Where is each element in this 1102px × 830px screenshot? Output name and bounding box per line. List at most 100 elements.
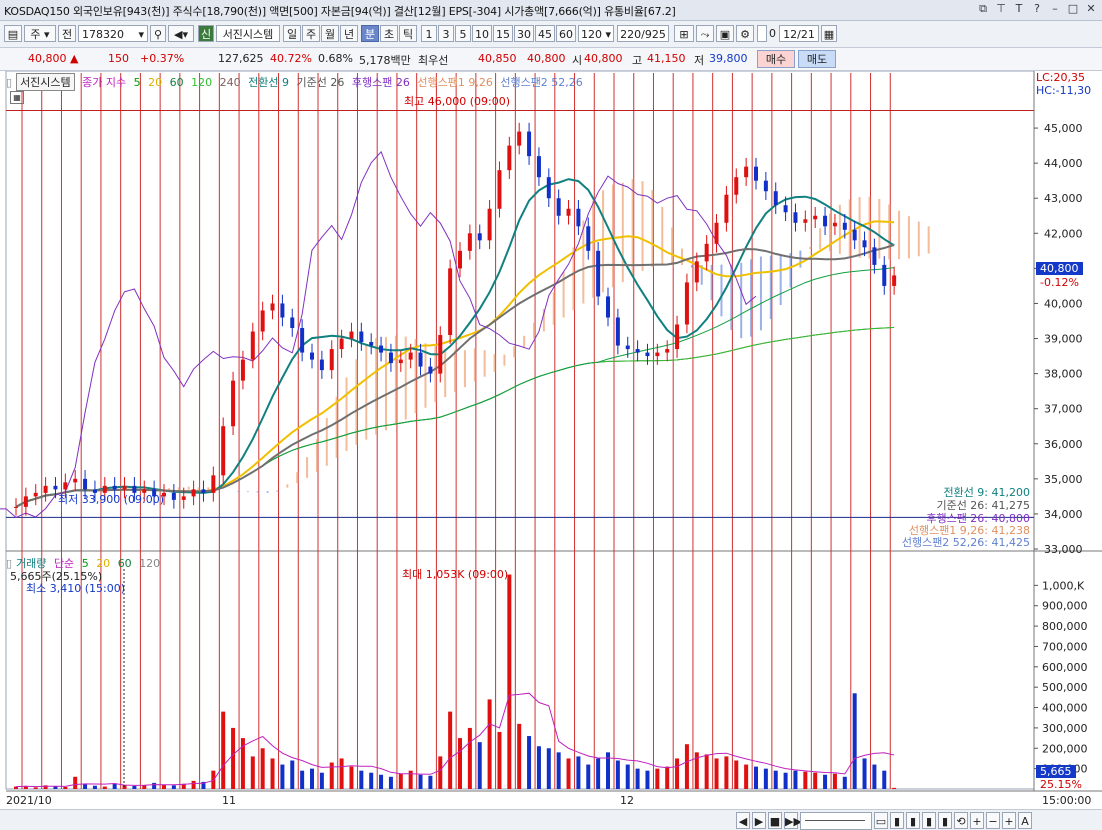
volume-bar	[892, 787, 897, 789]
help-icon[interactable]: ?	[1030, 2, 1044, 16]
sell-button[interactable]: 매도	[798, 50, 836, 68]
legend-vma60: 60	[117, 557, 132, 570]
interval-3[interactable]: 3	[438, 25, 454, 42]
layout-icon[interactable]: ▤	[4, 25, 22, 42]
zoom-plus-icon[interactable]: +	[1002, 812, 1016, 829]
date-prefix: 0	[769, 27, 776, 40]
market-select[interactable]: 주 ▾	[24, 25, 56, 42]
play-button[interactable]: ▶	[752, 812, 766, 829]
calendar-icon[interactable]: ▦	[821, 25, 837, 42]
interval-45[interactable]: 45	[535, 25, 555, 42]
auto-scale-icon[interactable]: A	[1018, 812, 1032, 829]
price-tick-label: 35,000	[1044, 473, 1083, 486]
volume-bar	[576, 756, 581, 789]
interval-1[interactable]: 1	[421, 25, 437, 42]
volume-bar	[546, 748, 551, 789]
interval-10[interactable]: 10	[472, 25, 492, 42]
volume-pct-tag: 25.15%	[1040, 778, 1082, 791]
candle-body	[527, 131, 532, 157]
volume-bar	[250, 756, 255, 789]
candle-body	[783, 205, 788, 213]
chart-area[interactable]: 33,000 34,000 35,000 36,000 37,000 38,000 39,0…	[0, 70, 1102, 809]
period-year[interactable]: 년	[340, 25, 358, 42]
volume-bar	[645, 770, 650, 789]
candle-body	[369, 342, 374, 346]
legend-system[interactable]: 서진시스템	[16, 73, 75, 91]
volume-bar	[862, 758, 867, 789]
candle-body	[83, 478, 88, 490]
tenkan-line	[15, 178, 895, 508]
maximize-icon[interactable]: □	[1066, 2, 1080, 16]
candle-body	[290, 317, 295, 329]
code-input[interactable]: 178320 ▾	[78, 25, 148, 42]
interval-30[interactable]: 30	[514, 25, 534, 42]
fast-forward-button[interactable]: ▶▶	[784, 812, 802, 829]
candle-body	[388, 352, 393, 364]
volume-current-tag: 5,665	[1036, 765, 1076, 778]
date-input[interactable]: 12/21	[779, 25, 819, 42]
volume-bar	[231, 727, 236, 789]
zoom-out-icon[interactable]: ▭	[874, 812, 888, 829]
speaker-icon[interactable]: ◀▾	[168, 25, 194, 42]
volume-bar	[517, 723, 522, 789]
period-day[interactable]: 일	[283, 25, 301, 42]
all-button[interactable]: 전	[58, 25, 76, 42]
candle-body	[596, 250, 601, 297]
zoom-slider[interactable]	[800, 812, 872, 830]
period-tick[interactable]: 틱	[399, 25, 417, 42]
open-label: 시	[572, 54, 583, 67]
x-label-nov: 11	[222, 794, 236, 807]
chart-tool-icon[interactable]: ⊞	[674, 25, 694, 42]
gear-icon[interactable]: ⚙	[736, 25, 754, 42]
trade-amount: 5,178백만	[359, 54, 411, 67]
zoom-in-icon[interactable]: +	[970, 812, 984, 829]
volume-bar	[379, 774, 384, 789]
legend-span1: 선행스팬1 9,26	[417, 76, 493, 89]
low-price: 39,800	[709, 52, 748, 65]
volume-bar	[418, 774, 423, 789]
period-month[interactable]: 월	[321, 25, 339, 42]
scroll-left-button[interactable]: ◀	[736, 812, 750, 829]
interval-5[interactable]: 5	[455, 25, 471, 42]
date-checkbox[interactable]	[757, 25, 767, 42]
interval-60[interactable]: 60	[556, 25, 576, 42]
bar-icon[interactable]: ▮	[890, 812, 904, 829]
chart-canvas[interactable]: 33,000 34,000 35,000 36,000 37,000 38,000 39,0…	[0, 70, 1102, 809]
x-label-oct: 2021/10	[6, 794, 52, 807]
grid-icon[interactable]: ▦	[10, 91, 24, 104]
period-second[interactable]: 초	[380, 25, 398, 42]
zoom-minus-icon[interactable]: −	[986, 812, 1000, 829]
volume-bar	[92, 785, 97, 789]
low-label: 저	[694, 54, 705, 67]
bar-icon-3[interactable]: ▮	[922, 812, 936, 829]
volume-bar	[497, 731, 502, 789]
buy-button[interactable]: 매수	[757, 50, 795, 68]
link-icon[interactable]: ⧉	[976, 2, 990, 16]
candle-body	[270, 303, 275, 311]
bar-icon-2[interactable]: ▮	[906, 812, 920, 829]
volume-bar	[793, 770, 798, 789]
period-week[interactable]: 주	[302, 25, 320, 42]
pin-icon[interactable]: ⊤	[994, 2, 1008, 16]
bar-icon-4[interactable]: ▮	[938, 812, 952, 829]
minimize-icon[interactable]: –	[1048, 2, 1062, 16]
volume-bar	[171, 785, 176, 789]
save-icon[interactable]: ▣	[716, 25, 734, 42]
volume-ma-line	[15, 692, 895, 788]
volume-bar	[142, 785, 147, 789]
text-icon[interactable]: T	[1012, 2, 1026, 16]
reset-icon[interactable]: ⟲	[954, 812, 968, 829]
candle-body	[556, 198, 561, 216]
candle-body	[250, 331, 255, 360]
interval-15[interactable]: 15	[493, 25, 513, 42]
period-minute[interactable]: 분	[361, 25, 379, 42]
interval-input[interactable]: 120 ▾	[578, 25, 614, 42]
turnover-ratio: 0.68%	[318, 52, 353, 65]
close-icon[interactable]: ✕	[1084, 2, 1098, 16]
count-display[interactable]: 220/925	[617, 25, 669, 42]
volume-min-label: 최소 3,410 (15:00)	[26, 582, 126, 595]
compare-icon[interactable]: ⤳	[696, 25, 714, 42]
search-icon[interactable]: ⚲	[150, 25, 166, 42]
high-label: 고	[632, 54, 643, 67]
stop-button[interactable]: ■	[768, 812, 782, 829]
